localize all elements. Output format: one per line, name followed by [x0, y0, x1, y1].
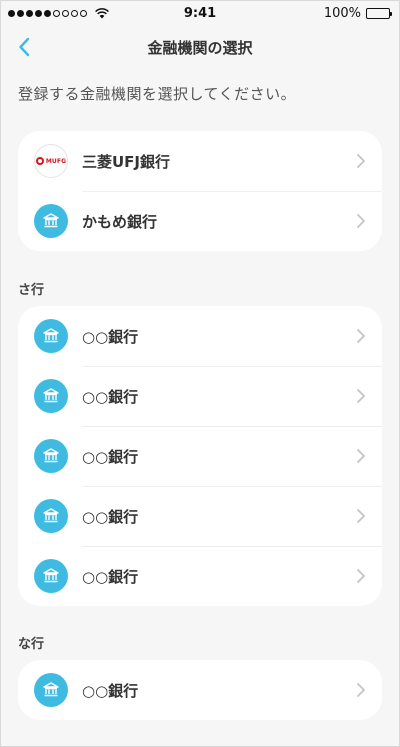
bank-list-item[interactable]: ○○銀行 — [18, 366, 382, 426]
chevron-right-icon — [356, 328, 366, 344]
bank-list-item[interactable]: MUFG 三菱UFJ銀行 — [18, 131, 382, 191]
bank-list-item[interactable]: ○○銀行 — [18, 660, 382, 720]
bank-list-sa: ○○銀行 ○○銀行 ○○銀行 ○○銀行 ○○銀行 — [18, 306, 382, 606]
signal-strength-icon — [8, 8, 109, 19]
chevron-right-icon — [356, 568, 366, 584]
bank-list-na: ○○銀行 — [18, 660, 382, 720]
chevron-right-icon — [356, 682, 366, 698]
bank-icon — [34, 559, 68, 593]
status-bar: 9:41 100% — [0, 0, 400, 26]
bank-name: ○○銀行 — [82, 567, 139, 586]
battery-icon — [366, 7, 392, 19]
page-title: 金融機関の選択 — [147, 38, 253, 57]
bank-name: ○○銀行 — [82, 507, 139, 526]
bank-name: ○○銀行 — [82, 327, 139, 346]
chevron-right-icon — [356, 448, 366, 464]
bank-name: かもめ銀行 — [82, 212, 158, 231]
back-button[interactable] — [12, 34, 36, 60]
bank-name: ○○銀行 — [82, 387, 139, 406]
bank-list-item[interactable]: ○○銀行 — [18, 426, 382, 486]
bank-list-item[interactable]: かもめ銀行 — [18, 191, 382, 251]
bank-icon — [34, 439, 68, 473]
chevron-left-icon — [19, 37, 30, 57]
bank-list-item[interactable]: ○○銀行 — [18, 486, 382, 546]
bank-name: 三菱UFJ銀行 — [82, 152, 171, 171]
bank-icon — [34, 673, 68, 707]
chevron-right-icon — [356, 508, 366, 524]
battery-percent: 100% — [323, 5, 361, 21]
featured-bank-list: MUFG 三菱UFJ銀行 かもめ銀行 — [18, 131, 382, 251]
bank-list-item[interactable]: ○○銀行 — [18, 546, 382, 606]
chevron-right-icon — [356, 388, 366, 404]
instruction-text: 登録する金融機関を選択してください。 — [18, 85, 297, 103]
bank-list-item[interactable]: ○○銀行 — [18, 306, 382, 366]
bank-icon — [34, 499, 68, 533]
chevron-right-icon — [356, 153, 366, 169]
bank-icon — [34, 204, 68, 238]
wifi-icon — [95, 8, 109, 19]
section-header-na: な行 — [18, 637, 45, 652]
bank-icon — [34, 319, 68, 353]
bank-name: ○○銀行 — [82, 447, 139, 466]
bank-icon — [34, 379, 68, 413]
section-header-sa: さ行 — [18, 283, 45, 298]
chevron-right-icon — [356, 213, 366, 229]
bank-name: ○○銀行 — [82, 681, 139, 700]
mufg-logo-icon: MUFG — [34, 144, 68, 178]
navigation-bar: 金融機関の選択 — [0, 26, 400, 68]
